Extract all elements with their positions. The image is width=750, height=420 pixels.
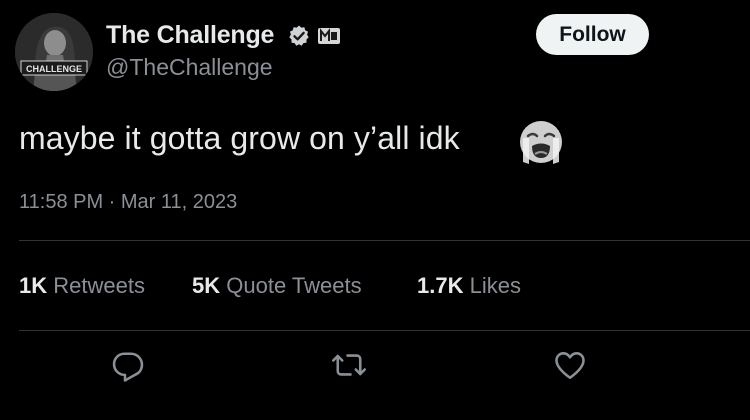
like-button[interactable]: [552, 347, 588, 383]
retweet-icon: [331, 354, 367, 376]
reply-icon: [112, 352, 144, 382]
tweet-card: CHALLENGE The Challenge @TheChallenge Fo…: [0, 0, 750, 420]
stat-likes[interactable]: 1.7K Likes: [417, 273, 521, 299]
stat-likes-value: 1.7K: [417, 273, 464, 298]
avatar[interactable]: CHALLENGE: [15, 13, 93, 91]
affiliate-badge-icon: [318, 28, 340, 44]
stat-retweets-label: Retweets: [53, 273, 145, 298]
handle[interactable]: @TheChallenge: [106, 54, 273, 81]
tweet-text: maybe it gotta grow on y’all idk: [19, 120, 460, 156]
stat-likes-label: Likes: [469, 273, 521, 298]
verified-badge-icon: [289, 25, 309, 46]
heart-icon: [555, 352, 585, 380]
stat-quote-tweets-value: 5K: [192, 273, 221, 298]
display-name[interactable]: The Challenge: [106, 21, 274, 50]
follow-button[interactable]: Follow: [536, 14, 649, 55]
stat-retweets[interactable]: 1K Retweets: [19, 273, 145, 299]
avatar-image: CHALLENGE: [15, 13, 93, 91]
divider: [19, 240, 750, 241]
reply-button[interactable]: [110, 347, 146, 383]
retweet-button[interactable]: [331, 347, 367, 383]
stat-retweets-value: 1K: [19, 273, 48, 298]
stat-quote-tweets-label: Quote Tweets: [226, 273, 362, 298]
tweet-timestamp[interactable]: 11:58 PM · Mar 11, 2023: [19, 191, 237, 214]
avatar-logo-text: CHALLENGE: [26, 64, 82, 74]
divider: [19, 330, 750, 331]
loudly-crying-face-emoji-icon: [520, 121, 562, 164]
stat-quote-tweets[interactable]: 5K Quote Tweets: [192, 273, 362, 299]
